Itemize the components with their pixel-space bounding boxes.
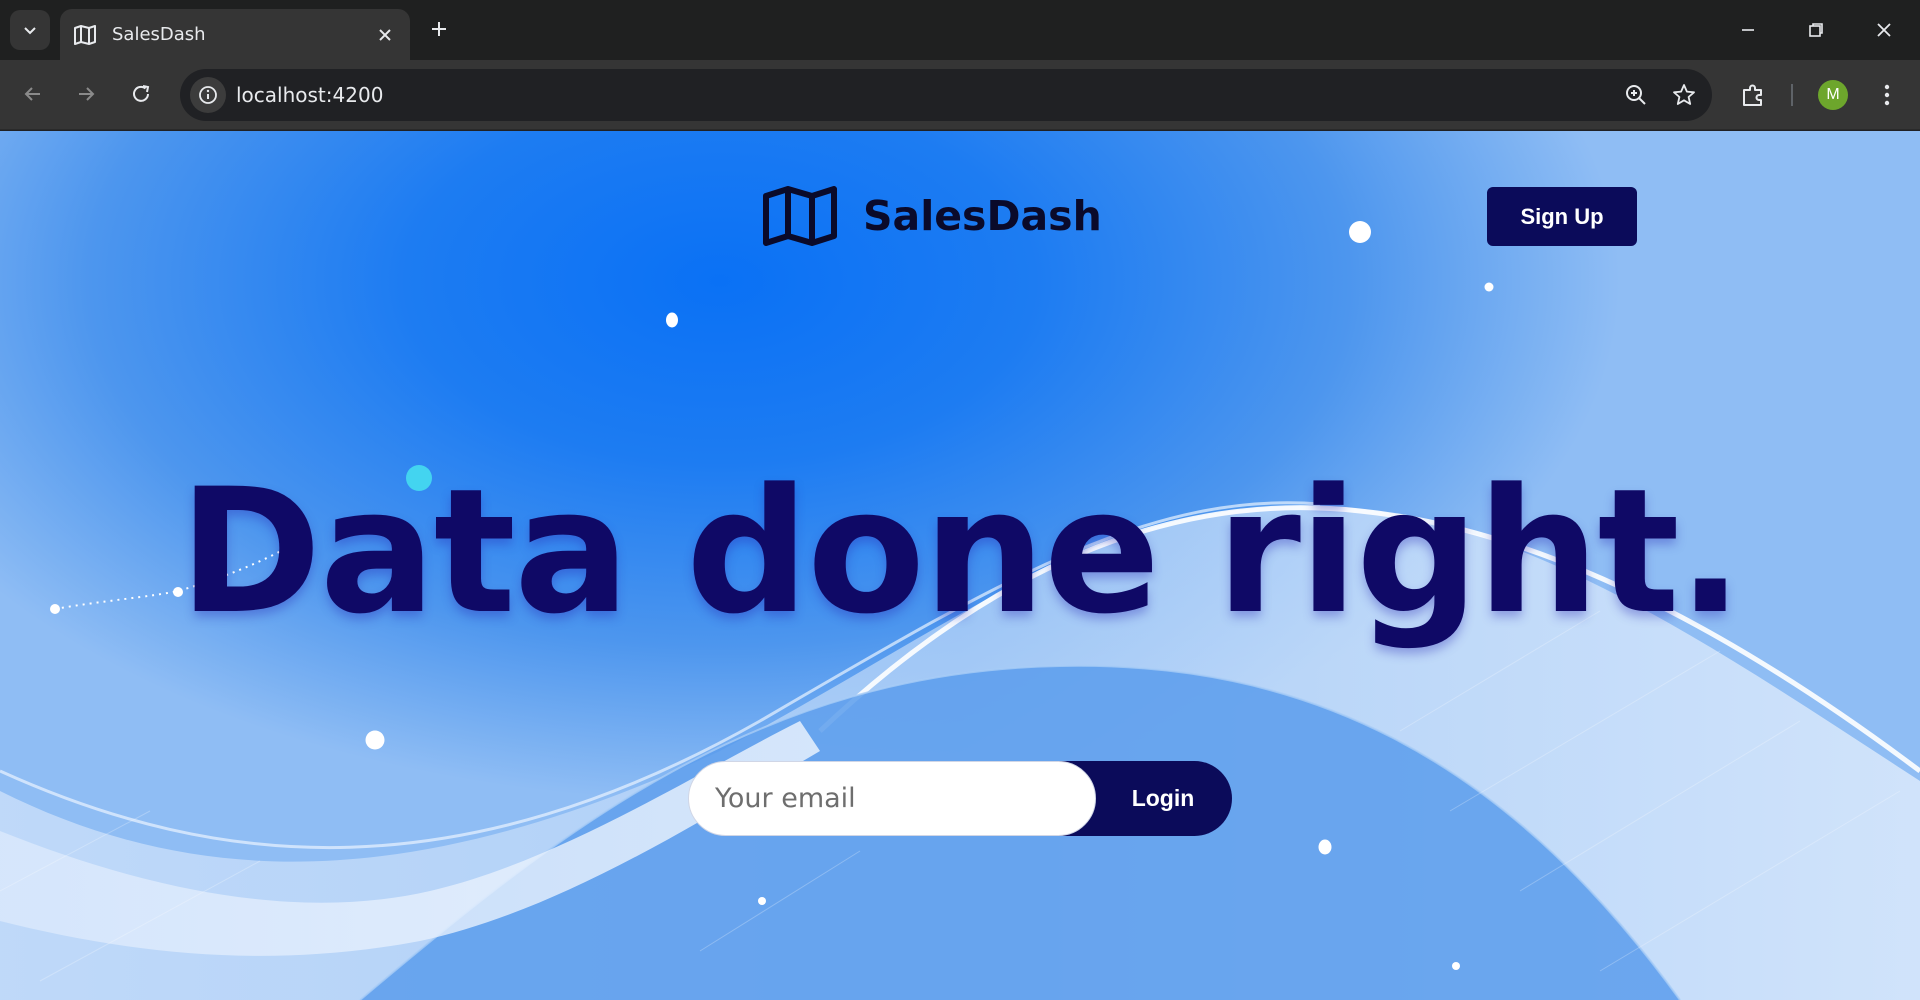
brand-name: SalesDash [863,192,1102,240]
login-form: Login [688,761,1232,836]
star-icon [1673,84,1695,105]
tab-title: SalesDash [112,24,206,45]
close-window-button[interactable] [1862,8,1906,52]
back-button[interactable] [13,74,53,114]
reload-icon [133,85,150,102]
new-tab-button[interactable] [422,12,456,46]
info-icon [199,86,217,104]
url-text[interactable]: localhost:4200 [236,83,383,107]
profile-avatar[interactable]: M [1818,80,1848,110]
browser-tab-strip: SalesDash [0,0,1920,60]
tab-search-button[interactable] [10,10,50,50]
map-logo-icon [763,186,837,246]
plus-icon [432,22,446,36]
puzzle-icon [1743,84,1762,106]
browser-menu-button[interactable] [1868,76,1906,114]
restore-icon [1809,23,1823,37]
zoom-button[interactable] [1620,79,1652,111]
kebab-menu-icon [1884,84,1890,106]
toolbar-divider [1791,84,1793,106]
address-bar[interactable]: localhost:4200 [180,69,1712,121]
minimize-icon [1742,29,1754,31]
restore-button[interactable] [1794,8,1838,52]
arrow-right-icon [79,87,95,101]
browser-tab[interactable]: SalesDash [60,9,410,60]
reload-button[interactable] [121,74,161,114]
zoom-in-icon [1626,85,1646,105]
close-icon [379,29,391,41]
minimize-button[interactable] [1726,8,1770,52]
extensions-button[interactable] [1734,76,1772,114]
tab-close-button[interactable] [372,22,398,48]
bookmark-button[interactable] [1668,79,1700,111]
sign-up-button[interactable]: Sign Up [1487,187,1637,246]
hero-headline: Data done right. [178,451,1743,652]
map-icon [72,24,98,46]
site-info-button[interactable] [190,77,226,113]
arrow-left-icon [24,87,40,101]
chevron-down-icon [24,27,36,35]
close-icon [1877,23,1891,37]
forward-button[interactable] [66,74,106,114]
email-input[interactable] [688,761,1096,836]
page-viewport: SalesDash Sign Up Data done right. Login [0,131,1920,1000]
browser-toolbar: localhost:4200 [0,60,1920,130]
brand-logo-group[interactable]: SalesDash [762,186,1102,246]
